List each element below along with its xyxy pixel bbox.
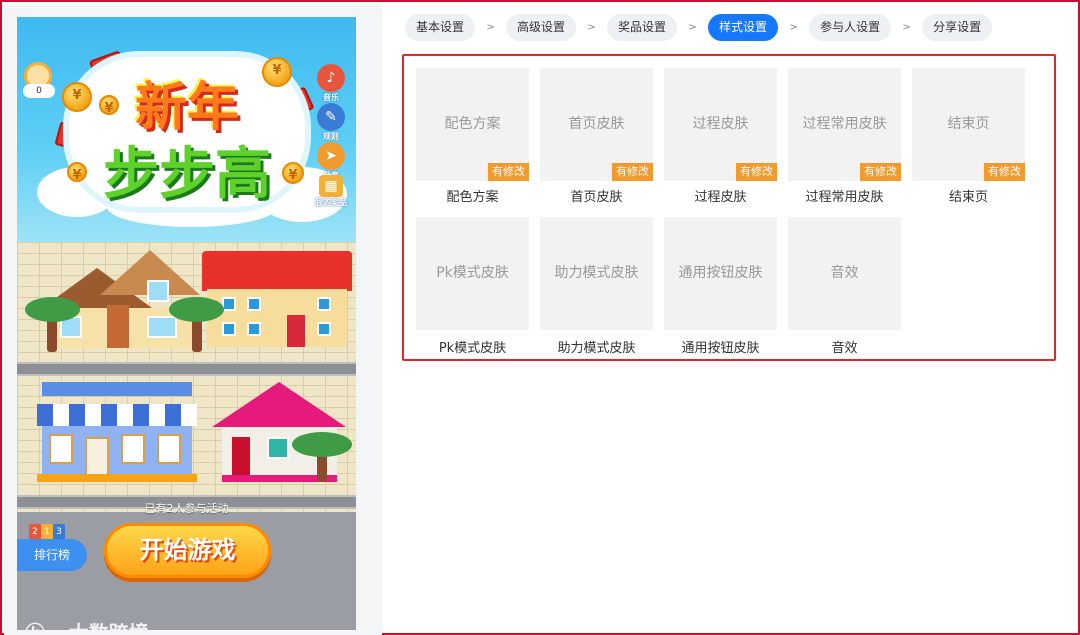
style-item-button-skin[interactable]: 通用按钮皮肤 通用按钮皮肤 <box>664 217 777 356</box>
watermark: ⓚ∞ 大数跨境 <box>25 617 149 630</box>
rules-icon: ✎ <box>317 103 345 131</box>
style-item-caption: 首页皮肤 <box>570 190 623 205</box>
gift-icon: ▦ <box>319 175 343 197</box>
step-share[interactable]: 分享设置 <box>922 14 993 41</box>
style-item-sound-effects[interactable]: 音效 音效 <box>788 217 901 356</box>
chevron-right-icon: > <box>688 22 697 33</box>
chevron-right-icon: > <box>587 22 596 33</box>
modified-badge: 有修改 <box>860 163 901 181</box>
style-item-assist-skin[interactable]: 助力模式皮肤 助力模式皮肤 <box>540 217 653 356</box>
share-icon: ➤ <box>317 142 345 170</box>
step-basic[interactable]: 基本设置 <box>405 14 476 41</box>
step-advanced[interactable]: 高级设置 <box>506 14 577 41</box>
style-item-color-scheme[interactable]: 配色方案 有修改 配色方案 <box>416 68 529 205</box>
watermark-logo-icon: ⓚ∞ <box>25 621 69 630</box>
style-item-caption: 音效 <box>831 341 858 356</box>
music-button[interactable]: ♪ 音乐 <box>316 64 346 103</box>
watermark-text: 大数跨境 <box>69 621 149 630</box>
coin-icon <box>262 57 292 87</box>
style-item-pk-skin[interactable]: Pk模式皮肤 Pk模式皮肤 <box>416 217 529 356</box>
chevron-right-icon: > <box>789 22 798 33</box>
coin-icon <box>99 95 119 116</box>
podium-icon: 213 <box>29 519 67 541</box>
step-style[interactable]: 样式设置 <box>708 14 779 41</box>
house-illustration <box>42 250 200 350</box>
style-item-caption: 过程常用皮肤 <box>805 190 884 205</box>
modified-badge: 有修改 <box>736 163 777 181</box>
style-item-caption: 过程皮肤 <box>694 190 747 205</box>
chevron-right-icon: > <box>902 22 911 33</box>
settings-steps: 基本设置 > 高级设置 > 奖品设置 > 样式设置 > 参与人设置 > 分享设置 <box>405 14 993 41</box>
start-game-button[interactable]: 开始游戏 <box>104 523 271 578</box>
style-item-thumbnail[interactable]: Pk模式皮肤 <box>416 217 529 330</box>
style-item-end-page[interactable]: 结束页 有修改 结束页 <box>912 68 1025 205</box>
title-line-2: 步步高 <box>103 142 271 207</box>
my-prizes-label: 我的奖品 <box>315 198 347 207</box>
style-item-caption: 结束页 <box>948 190 988 205</box>
coin-counter[interactable]: 0 <box>23 62 55 98</box>
shop-illustration <box>37 382 197 482</box>
style-item-process-skin[interactable]: 过程皮肤 有修改 过程皮肤 <box>664 68 777 205</box>
style-item-caption: 配色方案 <box>446 190 499 205</box>
app-frame: 新年 步步高 0 ♪ 音乐 ✎ 规则 ➤ 分享 ▦ 我的奖品 <box>0 0 1080 635</box>
town-scene <box>17 242 356 512</box>
chevron-right-icon: > <box>486 22 495 33</box>
my-prizes-button[interactable]: ▦ 我的奖品 <box>313 175 349 208</box>
style-item-thumbnail[interactable]: 通用按钮皮肤 <box>664 217 777 330</box>
rules-label: 规则 <box>323 132 339 141</box>
leaderboard-button[interactable]: 排行榜 <box>17 539 87 571</box>
step-prizes[interactable]: 奖品设置 <box>607 14 678 41</box>
coin-icon <box>282 162 304 184</box>
music-label: 音乐 <box>323 93 339 102</box>
coin-icon <box>67 162 87 183</box>
style-item-caption: Pk模式皮肤 <box>438 341 507 356</box>
modified-badge: 有修改 <box>612 163 653 181</box>
participants-text: 已有2人参与活动 <box>144 502 229 515</box>
modified-badge: 有修改 <box>488 163 529 181</box>
style-item-thumbnail[interactable]: 助力模式皮肤 <box>540 217 653 330</box>
coin-count: 0 <box>23 84 55 98</box>
house-illustration <box>202 247 352 347</box>
style-item-process-common-skin[interactable]: 过程常用皮肤 有修改 过程常用皮肤 <box>788 68 901 205</box>
style-item-thumbnail[interactable]: 音效 <box>788 217 901 330</box>
style-settings-panel: 配色方案 有修改 配色方案 首页皮肤 有修改 首页皮肤 过程皮肤 有修改 过程皮… <box>402 54 1056 361</box>
music-icon: ♪ <box>317 64 345 92</box>
style-item-caption: 通用按钮皮肤 <box>681 341 760 356</box>
coin-icon <box>62 82 92 112</box>
step-participants[interactable]: 参与人设置 <box>809 14 892 41</box>
mobile-preview: 新年 步步高 0 ♪ 音乐 ✎ 规则 ➤ 分享 ▦ 我的奖品 <box>17 17 356 630</box>
style-item-caption: 助力模式皮肤 <box>557 341 636 356</box>
style-item-home-skin[interactable]: 首页皮肤 有修改 首页皮肤 <box>540 68 653 205</box>
rules-button[interactable]: ✎ 规则 <box>316 103 346 142</box>
modified-badge: 有修改 <box>984 163 1025 181</box>
